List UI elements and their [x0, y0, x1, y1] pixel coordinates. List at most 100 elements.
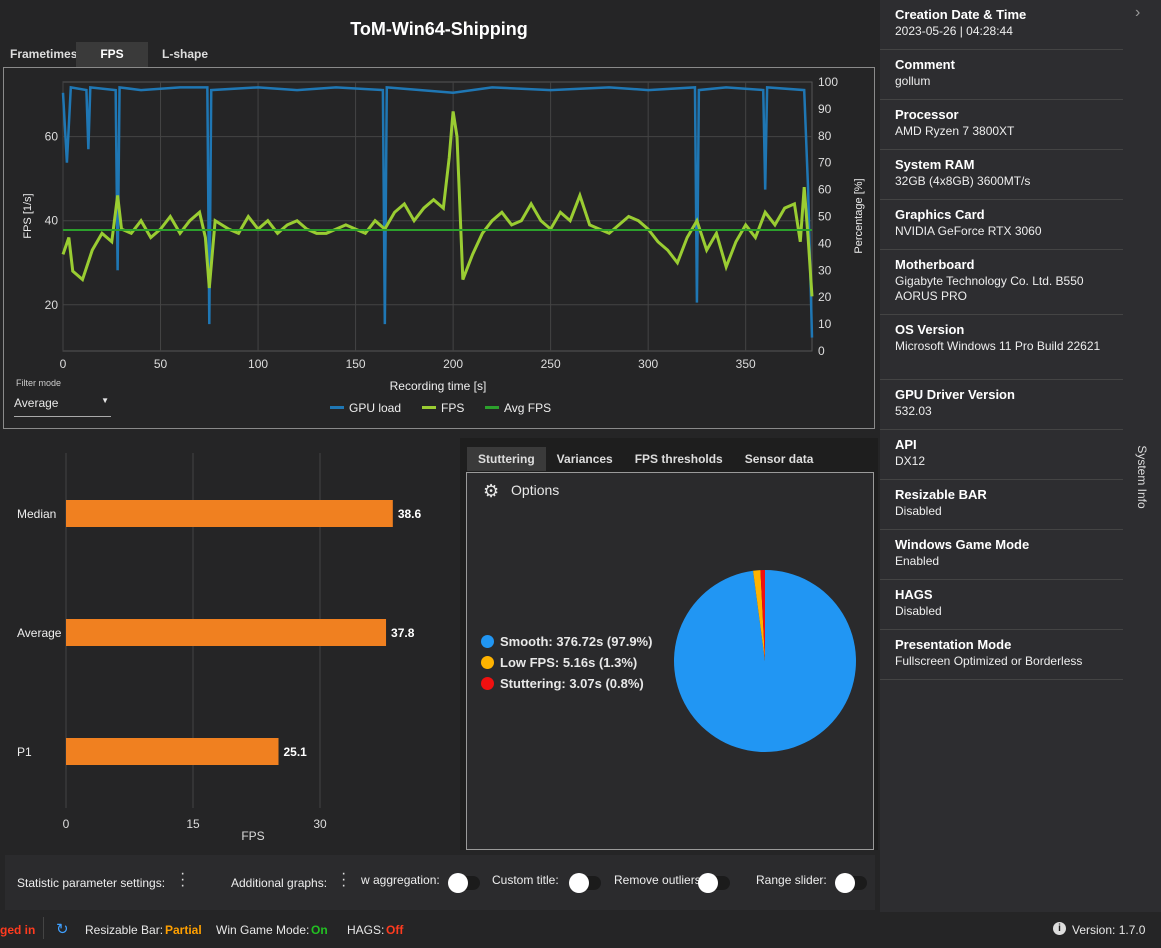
- info-key: Windows Game Mode: [895, 537, 1030, 552]
- options-label: Options: [511, 482, 560, 498]
- remove-outliers-toggle[interactable]: [698, 873, 730, 893]
- additional-graphs-menu-icon[interactable]: · · ·: [341, 866, 346, 894]
- login-status[interactable]: ged in: [0, 923, 35, 937]
- y-right-tick-label: 50: [818, 210, 832, 224]
- system-info-item: Processor AMD Ryzen 7 3800XT: [880, 100, 1123, 150]
- pie-legend-item: Smooth: 376.72s (97.9%): [481, 631, 652, 652]
- pie-legend: Smooth: 376.72s (97.9%) Low FPS: 5.16s (1…: [481, 631, 652, 694]
- pie-legend-item: Stuttering: 3.07s (0.8%): [481, 673, 652, 694]
- pie-legend-label: Low FPS: 5.16s (1.3%): [500, 655, 638, 670]
- system-info-item: API DX12: [880, 430, 1123, 480]
- info-value: Disabled: [895, 504, 942, 518]
- hags-label: HAGS:: [347, 923, 385, 937]
- chevron-right-icon[interactable]: ›: [1135, 4, 1140, 22]
- legend-dot-icon: [481, 635, 494, 648]
- rebar-value: Partial: [165, 923, 202, 937]
- stat-params-menu-icon[interactable]: · · ·: [180, 866, 185, 894]
- system-info-item: Resizable BAR Disabled: [880, 480, 1123, 530]
- gear-icon: ⚙: [483, 481, 500, 501]
- version-label: Version: 1.7.0: [1072, 923, 1146, 937]
- filter-mode-value: Average: [14, 396, 59, 410]
- stuttering-panel: ⚙ Options Smooth: 376.72s (97.9%) Low FPS…: [466, 472, 874, 850]
- x-tick-label: 0: [63, 817, 70, 831]
- y-right-axis-label: Percentage [%]: [853, 178, 865, 253]
- tab-fps-thresholds[interactable]: FPS thresholds: [624, 447, 734, 471]
- info-key: Presentation Mode: [895, 637, 1012, 652]
- x-tick-label: 150: [346, 357, 366, 371]
- tab-sensor-data[interactable]: Sensor data: [734, 447, 825, 471]
- x-tick-label: 300: [638, 357, 658, 371]
- x-tick-label: 50: [154, 357, 168, 371]
- refresh-icon[interactable]: ↻: [56, 920, 69, 938]
- legend-swatch: [485, 406, 499, 409]
- fps-bar-chart: 0 15 30 FPS 38.6 Median 37.8 Average 25.1 P1: [17, 453, 422, 843]
- options-button[interactable]: ⚙ Options: [483, 481, 559, 502]
- filter-mode-label: Filter mode: [16, 378, 62, 388]
- y-left-axis-label: FPS [1/s]: [22, 193, 34, 238]
- system-info-tab[interactable]: System Info: [1135, 437, 1149, 517]
- custom-title-label: Custom title:: [492, 873, 559, 887]
- legend-label: Avg FPS: [504, 401, 551, 415]
- system-info-sidebar: Creation Date & Time 2023-05-26 | 04:28:4…: [880, 0, 1161, 912]
- y-right-tick-label: 60: [818, 183, 832, 197]
- legend-dot-icon: [481, 656, 494, 669]
- divider: [43, 917, 44, 939]
- aggregation-label: w aggregation:: [361, 873, 440, 887]
- info-key: Graphics Card: [895, 207, 985, 222]
- stuttering-pie: [674, 570, 856, 752]
- system-info-item: OS Version Microsoft Windows 11 Pro Build…: [880, 315, 1123, 380]
- info-key: Processor: [895, 107, 959, 122]
- legend-label: GPU load: [349, 401, 401, 415]
- tab-stuttering[interactable]: Stuttering: [467, 447, 546, 471]
- system-info-item: GPU Driver Version 532.03: [880, 380, 1123, 430]
- bar-value-label: 37.8: [391, 626, 415, 640]
- info-key: Motherboard: [895, 257, 975, 272]
- rebar-label: Resizable Bar:: [85, 923, 164, 937]
- y-right-tick-label: 10: [818, 317, 832, 331]
- info-value: Fullscreen Optimized or Borderless: [895, 654, 1083, 668]
- info-icon[interactable]: i: [1053, 922, 1066, 935]
- x-tick-label: 30: [313, 817, 327, 831]
- info-value: Microsoft Windows 11 Pro Build 22621: [895, 339, 1101, 353]
- info-value: Gigabyte Technology Co. Ltd. B550 AORUS …: [895, 274, 1084, 303]
- x-tick-label: 250: [541, 357, 561, 371]
- bar-category-label: P1: [17, 745, 32, 759]
- system-info-item: Comment gollum: [880, 50, 1123, 100]
- x-tick-label: 100: [248, 357, 268, 371]
- hags-value: Off: [386, 923, 404, 937]
- info-key: Creation Date & Time: [895, 7, 1027, 22]
- pie-legend-item: Low FPS: 5.16s (1.3%): [481, 652, 652, 673]
- info-value: 32GB (4x8GB) 3600MT/s: [895, 174, 1031, 188]
- info-key: OS Version: [895, 322, 965, 337]
- info-key: System RAM: [895, 157, 975, 172]
- aggregation-toggle[interactable]: [448, 873, 480, 893]
- legend-dot-icon: [481, 677, 494, 690]
- info-key: GPU Driver Version: [895, 387, 1015, 402]
- x-tick-label: 0: [60, 357, 67, 371]
- bar-value-label: 38.6: [398, 507, 422, 521]
- x-tick-label: 15: [186, 817, 200, 831]
- info-value: 2023-05-26 | 04:28:44: [895, 24, 1013, 38]
- custom-title-toggle[interactable]: [569, 873, 601, 893]
- remove-outliers-label: Remove outliers:: [614, 873, 705, 887]
- info-value: gollum: [895, 74, 931, 88]
- tab-variances[interactable]: Variances: [546, 447, 624, 471]
- x-axis-label: Recording time [s]: [390, 379, 487, 393]
- filter-mode-select[interactable]: Average ▼: [14, 393, 111, 417]
- info-value: Enabled: [895, 554, 940, 568]
- y-right-tick-label: 40: [818, 236, 832, 250]
- additional-graphs-label: Additional graphs:: [231, 876, 328, 890]
- y-right-tick-label: 0: [818, 344, 825, 358]
- x-axis-label: FPS: [241, 829, 264, 843]
- system-info-item: Presentation Mode Fullscreen Optimized or…: [880, 630, 1123, 680]
- info-key: HAGS: [895, 587, 933, 602]
- x-tick-label: 350: [736, 357, 756, 371]
- system-info-item: System RAM 32GB (4x8GB) 3600MT/s: [880, 150, 1123, 200]
- game-mode-value: On: [311, 923, 328, 937]
- legend-swatch: [422, 406, 436, 409]
- system-info-item: Motherboard Gigabyte Technology Co. Ltd. …: [880, 250, 1123, 315]
- bar: [66, 500, 393, 527]
- info-key: API: [895, 437, 917, 452]
- info-value: NVIDIA GeForce RTX 3060: [895, 224, 1042, 238]
- range-slider-toggle[interactable]: [835, 873, 867, 893]
